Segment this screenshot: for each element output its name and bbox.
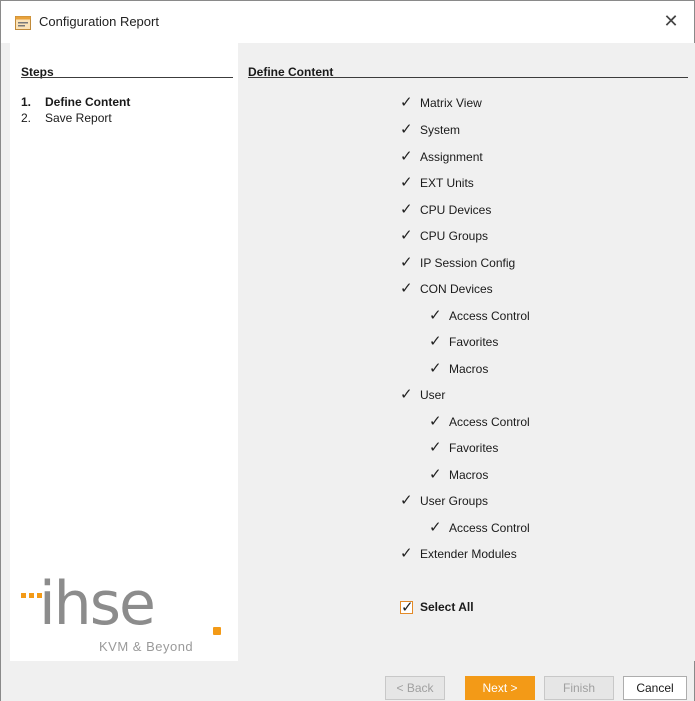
checkbox-con-devices[interactable]: CON Devices <box>400 279 493 298</box>
checkbox-ip-session-config[interactable]: IP Session Config <box>400 253 516 272</box>
checkbox-user-groups[interactable]: User Groups <box>400 491 489 510</box>
checkbox-extender-modules[interactable]: Extender Modules <box>400 544 517 563</box>
step-number: 2. <box>21 111 32 125</box>
checkmark-icon <box>400 173 413 191</box>
window-title: Configuration Report <box>39 14 159 29</box>
checkmark-icon <box>400 598 414 616</box>
checkbox-system[interactable]: System <box>400 120 461 139</box>
ihse-logo: ihse KVM & Beyond <box>21 569 231 658</box>
title-bar: Configuration Report ✕ <box>1 1 694 43</box>
checkmark-icon <box>400 120 413 138</box>
checkbox-label: User <box>420 388 446 402</box>
checkmark-icon <box>429 518 442 536</box>
checkbox-label: Macros <box>449 468 489 482</box>
checkbox-label: Macros <box>449 362 489 376</box>
checkmark-icon <box>400 226 413 244</box>
back-button[interactable]: < Back <box>385 676 445 700</box>
checkbox-select-all[interactable]: Select All <box>400 598 474 616</box>
checkbox-label: CON Devices <box>420 282 493 296</box>
steps-divider <box>21 77 233 78</box>
checkbox-cpu-devices[interactable]: CPU Devices <box>400 200 492 219</box>
checkbox-label: Favorites <box>449 335 499 349</box>
checkmark-icon <box>429 306 442 324</box>
configuration-report-dialog: Configuration Report ✕ Steps 1. Define Co… <box>0 0 695 701</box>
step-define-content: 1. Define Content <box>21 95 130 109</box>
checkbox-user-access-control[interactable]: Access Control <box>429 412 530 431</box>
checkbox-user-groups-access-control[interactable]: Access Control <box>429 518 530 537</box>
checkbox-con-macros[interactable]: Macros <box>429 359 489 378</box>
checkmark-icon <box>429 465 442 483</box>
checkmark-icon <box>400 200 413 218</box>
checkmark-icon <box>400 93 413 111</box>
checkbox-label: Favorites <box>449 441 499 455</box>
checkbox-label: IP Session Config <box>420 256 516 270</box>
checkbox-label: Extender Modules <box>420 547 517 561</box>
step-number: 1. <box>21 95 32 109</box>
checkmark-icon <box>400 279 413 297</box>
button-bar: < Back Next > Finish Cancel <box>1 661 694 701</box>
checkbox-label: Select All <box>420 600 474 614</box>
checkmark-icon <box>400 147 413 165</box>
checkmark-icon <box>400 491 413 509</box>
report-icon <box>15 16 31 30</box>
checkbox-user-macros[interactable]: Macros <box>429 465 489 484</box>
checkmark-icon <box>400 253 413 271</box>
checkmark-icon <box>429 438 442 456</box>
checkbox-label: System <box>420 123 461 137</box>
checkbox-label: CPU Devices <box>420 203 492 217</box>
checkmark-icon <box>400 544 413 562</box>
logo-wordmark: ihse <box>39 569 156 639</box>
checkbox-label: Access Control <box>449 521 530 535</box>
checkbox-label: CPU Groups <box>420 229 489 243</box>
checkmark-icon <box>429 412 442 430</box>
next-button[interactable]: Next > <box>465 676 535 700</box>
checkbox-con-access-control[interactable]: Access Control <box>429 306 530 325</box>
step-label: Define Content <box>45 95 131 109</box>
checkbox-user[interactable]: User <box>400 385 446 404</box>
step-label: Save Report <box>45 111 112 125</box>
close-icon[interactable]: ✕ <box>658 8 684 34</box>
content-panel: Define Content Matrix View System Assign… <box>238 43 695 661</box>
logo-tagline: KVM & Beyond <box>99 639 194 654</box>
checkbox-label: Assignment <box>420 150 483 164</box>
logo-dot <box>213 627 221 635</box>
finish-button[interactable]: Finish <box>544 676 614 700</box>
cancel-button[interactable]: Cancel <box>623 676 687 700</box>
checkbox-cpu-groups[interactable]: CPU Groups <box>400 226 489 245</box>
checkbox-label: Matrix View <box>420 96 482 110</box>
step-save-report: 2. Save Report <box>21 111 112 125</box>
checkbox-assignment[interactable]: Assignment <box>400 147 483 166</box>
checkmark-icon <box>429 332 442 350</box>
checkbox-label: Access Control <box>449 309 530 323</box>
checkbox-con-favorites[interactable]: Favorites <box>429 332 499 351</box>
checkbox-matrix-view[interactable]: Matrix View <box>400 93 482 112</box>
checkmark-icon <box>429 359 442 377</box>
checkbox-label: User Groups <box>420 494 489 508</box>
checkbox-label: EXT Units <box>420 176 474 190</box>
checkbox-user-favorites[interactable]: Favorites <box>429 438 499 457</box>
checkbox-ext-units[interactable]: EXT Units <box>400 173 474 192</box>
checkmark-icon <box>400 385 413 403</box>
content-divider <box>248 77 688 78</box>
checkbox-label: Access Control <box>449 415 530 429</box>
